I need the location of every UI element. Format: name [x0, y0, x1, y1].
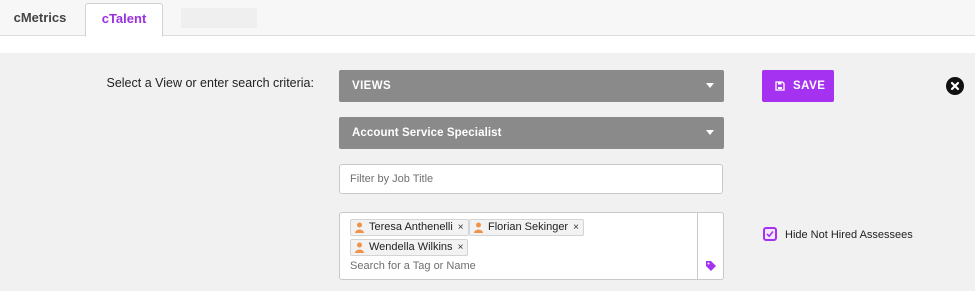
person-icon — [355, 242, 364, 253]
tag-icon — [706, 261, 716, 271]
role-dropdown-label: Account Service Specialist — [352, 127, 502, 139]
job-title-filter-input[interactable] — [339, 164, 723, 194]
save-button-label: SAVE — [793, 80, 826, 92]
save-button[interactable]: SAVE — [762, 70, 834, 102]
checkmark-icon — [766, 230, 774, 238]
tag-area[interactable]: Teresa Anthenelli × Florian Sekinger × Wen… — [340, 213, 697, 279]
tab-ctalent[interactable]: cTalent — [85, 3, 163, 37]
views-dropdown[interactable]: VIEWS — [339, 70, 724, 102]
role-dropdown[interactable]: Account Service Specialist — [339, 117, 724, 149]
person-chip-name: Wendella Wilkins — [369, 241, 453, 253]
person-icon — [474, 222, 483, 233]
search-prompt: Select a View or enter search criteria: — [106, 76, 314, 90]
remove-chip-button[interactable]: × — [458, 242, 464, 253]
tag-search-input[interactable]: Search for a Tag or Name — [350, 260, 476, 272]
chevron-down-icon — [706, 130, 714, 135]
person-icon — [355, 222, 364, 233]
close-icon[interactable] — [946, 77, 964, 95]
floppy-disk-icon — [775, 81, 785, 91]
header-strip — [0, 37, 975, 53]
chevron-down-icon — [706, 83, 714, 88]
person-chip-name: Teresa Anthenelli — [369, 221, 453, 233]
tab-bar: cMetrics cTalent — [0, 0, 975, 37]
person-chip: Florian Sekinger × — [469, 219, 584, 236]
person-chip: Teresa Anthenelli × — [350, 219, 469, 236]
tag-button[interactable] — [697, 213, 723, 279]
person-chip: Wendella Wilkins × — [350, 239, 469, 256]
tab-placeholder — [181, 8, 257, 28]
hide-not-hired-label: Hide Not Hired Assessees — [785, 229, 913, 241]
tab-cmetrics[interactable]: cMetrics — [0, 3, 80, 37]
remove-chip-button[interactable]: × — [458, 222, 464, 233]
people-tag-input[interactable]: Teresa Anthenelli × Florian Sekinger × Wen… — [339, 212, 724, 280]
remove-chip-button[interactable]: × — [573, 222, 579, 233]
views-dropdown-label: VIEWS — [352, 80, 392, 92]
person-chip-name: Florian Sekinger — [488, 221, 569, 233]
hide-not-hired-checkbox[interactable] — [763, 227, 777, 241]
